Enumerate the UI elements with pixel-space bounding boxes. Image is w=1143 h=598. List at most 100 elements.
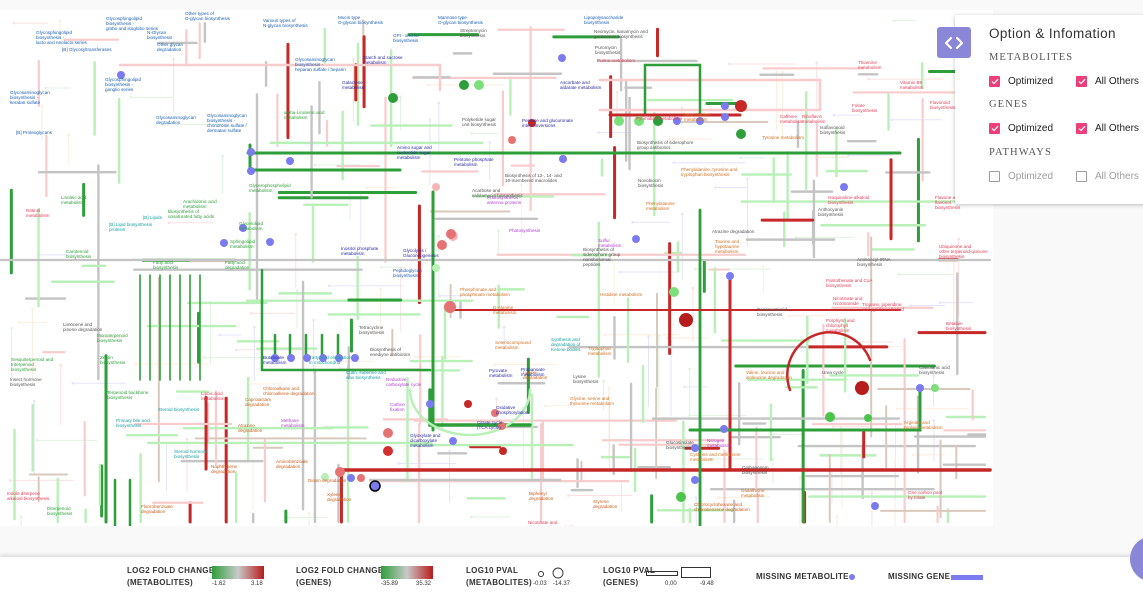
pathway-label[interactable]: Synthesis and degradation of Ketone bodi… — [551, 337, 580, 352]
pathway-label[interactable]: Cysteine and methionine metabolism — [690, 452, 741, 462]
checkbox-checked-icon[interactable] — [989, 123, 1000, 134]
pathway-label[interactable]: Carbon fixation — [390, 402, 405, 412]
pathway-label[interactable]: Carbapenem biosynthesis — [742, 465, 769, 475]
pathway-label[interactable]: Methane metabolism — [281, 418, 305, 428]
pathway-label[interactable]: Glycosaminoglycan biosynthesis - heparan… — [295, 57, 346, 72]
pathway-label[interactable]: Photosynthesis - antenna proteins — [487, 195, 521, 205]
pathway-label[interactable]: D-Alanine metabolism — [493, 305, 517, 315]
pathway-label[interactable]: [B] Lipid biosynthesis proteins — [109, 222, 152, 232]
pathway-label[interactable]: Tetracycline biosynthesis — [359, 325, 384, 335]
pathway-label[interactable]: Glutathione metabolism — [741, 488, 765, 498]
pathway-label[interactable]: Glycerolipid metabolism — [239, 221, 263, 231]
pathway-label[interactable]: Zeatin biosynthesis — [100, 355, 125, 365]
metabolites-optimized-checkbox[interactable]: Optimized — [989, 76, 1053, 87]
pathway-label[interactable]: Phosphonate and phosphinate metabolism — [460, 287, 510, 297]
pathway-label[interactable]: Atrazine degradation — [712, 229, 754, 234]
pathway-label[interactable]: Inositol phosphate metabolism — [341, 246, 378, 256]
pathway-label[interactable]: Steroid biosynthesis — [158, 407, 199, 412]
pathway-label[interactable]: Monoterpenoid biosynthesis — [97, 333, 128, 343]
pathway-label[interactable]: Butanoate metabolism — [263, 355, 287, 365]
pathway-label[interactable]: Arginine and proline metabolism — [904, 420, 943, 430]
pathway-label[interactable]: Pyrimidine metabolism — [636, 116, 682, 121]
pathway-label[interactable]: Purine metabolism — [597, 58, 635, 63]
checkbox-checked-icon[interactable] — [1076, 76, 1087, 87]
pathways-optimized-checkbox[interactable]: Optimized — [989, 171, 1053, 182]
pathway-label[interactable]: Citrate cycle (TCA cycle) — [477, 420, 502, 430]
pathway-label[interactable]: Novobiocin biosynthesis — [638, 178, 663, 188]
pathway-label[interactable]: Glycosaminoglycan biosynthesis - chondro… — [207, 113, 247, 133]
pathway-label[interactable]: Galactose metabolism — [342, 80, 366, 90]
pathway-label[interactable]: Biosynthesis of enediyne antibiotics — [370, 347, 410, 357]
pathway-label[interactable]: Betalain biosynthesis — [946, 321, 971, 331]
pathway-label[interactable]: Indole diterpene alkaloid biosynthesis — [7, 491, 49, 501]
pathway-label[interactable]: Porphyrin and chlorophyll metabolism — [826, 318, 855, 333]
pathway-label[interactable]: Glycosphingolipid biosynthesis - lacto a… — [36, 30, 87, 45]
pathway-label[interactable]: Fatty acid degradation — [225, 260, 249, 270]
pathway-label[interactable]: Aminoacyl-tRNA biosynthesis — [857, 257, 891, 267]
pathway-label[interactable]: Dioxin degradation — [308, 478, 346, 483]
pathway-label[interactable]: Arachidonic acid metabolism — [183, 199, 217, 209]
pathway-label[interactable]: Ubiquinone and other terpenoid-quinone b… — [939, 244, 988, 259]
pathway-label[interactable]: Caprolactam degradation — [245, 397, 271, 407]
checkbox-checked-icon[interactable] — [989, 76, 1000, 87]
metabolites-all-others-checkbox[interactable]: All Others — [1076, 76, 1139, 87]
pathway-label[interactable]: Valine, leucine and isoleucine degradati… — [746, 370, 792, 380]
checkbox-checked-icon[interactable] — [1076, 123, 1087, 134]
pathway-label[interactable]: Tropane, piperidine and pyridine alkaloi… — [862, 302, 904, 312]
genes-all-others-checkbox[interactable]: All Others — [1076, 123, 1139, 134]
pathway-label[interactable]: Naphthalene degradation — [211, 464, 237, 474]
pathway-label[interactable]: Lysine biosynthesis — [573, 374, 598, 384]
pathway-label[interactable]: Sesquiterpenoid and triterpenoid biosynt… — [11, 357, 53, 372]
metabolic-map-canvas[interactable]: Glycosphingolipid biosynthesis - globo a… — [0, 10, 993, 526]
pathway-label[interactable]: Carotenoid biosynthesis — [66, 249, 91, 259]
pathway-label[interactable]: Nicotinate and nicotinamide — [833, 296, 862, 306]
pathway-label[interactable]: Tryptophan metabolism — [588, 346, 612, 356]
pathway-label[interactable]: Mannose type O-glycan biosynthesis — [438, 15, 483, 25]
pathway-label[interactable]: Biphenyl degradation — [529, 491, 553, 501]
pathway-label[interactable]: Glucosinolate biosynthesis — [666, 440, 694, 450]
pathway-label[interactable]: Peptidoglycan biosynthesis — [393, 268, 422, 278]
pathway-label[interactable]: Linoleic acid metabolism — [61, 195, 86, 205]
pathway-label[interactable]: [B] Proteoglycans — [16, 130, 52, 135]
pathway-label[interactable]: [B] Glycosyltransferases — [62, 47, 112, 52]
pathway-label[interactable]: Selenocompound metabolism — [495, 340, 531, 350]
pathway-label[interactable]: Glycine, serine and threonine metabolism — [570, 396, 614, 406]
pathway-label[interactable]: [B] Lipids — [143, 215, 162, 220]
pathway-label[interactable]: Pentose phosphate metabolism — [454, 157, 494, 167]
pathway-label[interactable]: GPI - anchor biosynthesis — [393, 33, 419, 43]
pathway-label[interactable]: Biosynthesis of unsaturated fatty acids — [168, 209, 214, 219]
pathway-label[interactable]: Nitrogen metabolism — [707, 438, 731, 448]
pathway-label[interactable]: beta-Alanine metabolism — [684, 112, 710, 122]
pathway-label[interactable]: Photosynthesis — [509, 228, 540, 233]
pathway-label[interactable]: Pentose and glucuronate interconversions — [522, 118, 573, 128]
pathway-label[interactable]: alpha-Linolenic acid metabolism — [284, 110, 325, 120]
pathway-label[interactable]: Histidine metabolism — [600, 292, 642, 297]
pathway-label[interactable]: Pyruvate metabolism — [489, 368, 513, 378]
pathway-label[interactable]: Cutin, suberine and wax biosynthesis — [346, 370, 386, 380]
pathway-label[interactable]: Benzoxazinoid biosynthesis — [757, 307, 787, 317]
pathway-label[interactable]: Pantothenate and CoA biosynthesis — [826, 278, 873, 288]
checkbox-unchecked-icon[interactable] — [989, 171, 1000, 182]
pathway-label[interactable]: Chloroalkane and chloroalkene degradatio… — [263, 386, 315, 396]
pathway-label[interactable]: Nicotinate and nicotinamide metabolism — [528, 520, 579, 526]
pathway-label[interactable]: Isoflavonoid biosynthesis — [820, 125, 845, 135]
pathway-label[interactable]: Retinol metabolism — [26, 208, 50, 218]
pathway-label[interactable]: Other types of O-glycan biosynthesis — [185, 11, 230, 21]
pathway-label[interactable]: Tyrosine metabolism — [762, 135, 804, 140]
pathway-label[interactable]: Chlorocyclohexane and chlorobenzene degr… — [694, 502, 750, 512]
pathway-label[interactable]: Fluorobenzoate degradation — [141, 504, 173, 514]
pathway-label[interactable]: Ascorbate and aldarate metabolism — [560, 80, 601, 90]
pathway-label[interactable]: Limonene and pinene degradation — [63, 322, 102, 332]
pathway-label[interactable]: Biosynthesis of 12-, 14- and 16-membered… — [505, 173, 562, 183]
pathway-label[interactable]: Insect hormone biosynthesis — [10, 377, 42, 387]
pathway-label[interactable]: Styrene degradation — [593, 499, 617, 509]
pathway-label[interactable]: Taurine and hypotaurine metabolism — [715, 239, 739, 254]
pathway-label[interactable]: Lipoic acid metabolism — [201, 391, 225, 401]
pathways-all-others-checkbox[interactable]: All Others — [1076, 171, 1139, 182]
pathway-label[interactable]: Glyoxylate and dicarboxylate metabolism — [410, 433, 440, 448]
pathway-label[interactable]: Starch and sucrose metabolism — [363, 55, 403, 65]
pathway-label[interactable]: Fatty acid biosynthesis — [153, 260, 178, 270]
pathway-label[interactable]: Vitamin B6 metabolism — [900, 80, 924, 90]
pathway-label[interactable]: Riboflavin metabolism — [802, 114, 826, 124]
pathway-label[interactable]: Neomycin, kanamycin and gentamicin biosy… — [594, 29, 648, 39]
